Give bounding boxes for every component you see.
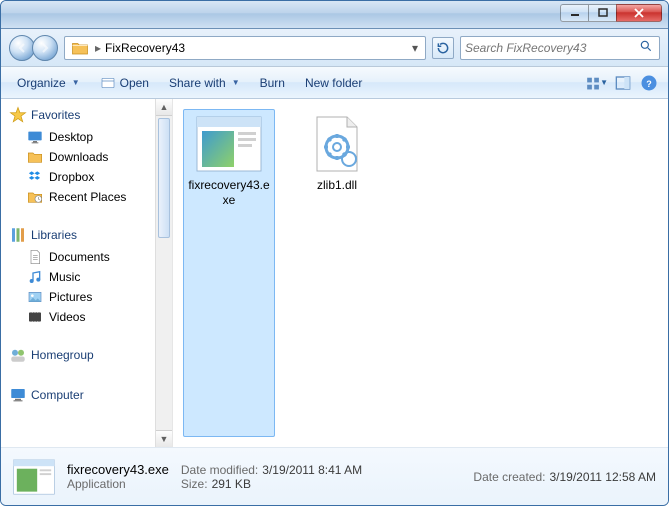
details-filetype: Application [67,477,169,491]
computer-icon [9,386,27,404]
organize-button[interactable]: Organize▼ [9,73,88,93]
scroll-up-button[interactable]: ▲ [156,99,172,116]
burn-button[interactable]: Burn [252,73,293,93]
body: Favorites Desktop Downloads Dropbox [1,99,668,447]
sidebar-item-desktop[interactable]: Desktop [9,127,172,147]
sidebar-item-music[interactable]: Music [9,267,172,287]
libraries-icon [9,226,27,244]
address-dropdown[interactable]: ▾ [407,41,423,55]
file-item[interactable]: zlib1.dll [291,109,383,437]
details-filename: fixrecovery43.exe [67,462,169,477]
help-button[interactable]: ? [638,72,660,94]
sidebar-item-videos[interactable]: Videos [9,307,172,327]
new-folder-button[interactable]: New folder [297,73,370,93]
details-pane: fixrecovery43.exe Application Date modif… [1,447,668,505]
star-icon [9,106,27,124]
open-button[interactable]: Open [92,72,157,94]
scroll-down-button[interactable]: ▼ [156,430,172,447]
forward-button[interactable] [32,35,58,61]
pictures-icon [27,289,43,305]
chevron-right-icon[interactable]: ▸ [93,41,103,55]
exe-icon [193,113,265,175]
sidebar-item-pictures[interactable]: Pictures [9,287,172,307]
desktop-icon [27,129,43,145]
file-item[interactable]: fixrecovery43.exe [183,109,275,437]
dll-icon [301,113,373,175]
view-options-button[interactable]: ▼ [586,72,608,94]
documents-icon [27,249,43,265]
titlebar [1,1,668,29]
sidebar-item-documents[interactable]: Documents [9,247,172,267]
recent-icon [27,189,43,205]
details-thumbnail [13,456,55,498]
homegroup-group[interactable]: Homegroup [9,343,172,367]
refresh-button[interactable] [432,37,454,59]
navpane-scrollbar[interactable]: ▲ ▼ [155,99,172,447]
maximize-button[interactable] [588,4,617,22]
favorites-group[interactable]: Favorites [9,103,172,127]
search-icon[interactable] [639,39,655,56]
svg-text:?: ? [646,78,652,88]
open-icon [100,75,116,91]
libraries-group[interactable]: Libraries [9,223,172,247]
minimize-button[interactable] [560,4,589,22]
share-button[interactable]: Share with▼ [161,73,248,93]
navigation-bar: ▸ FixRecovery43 ▾ [1,29,668,67]
file-name: fixrecovery43.exe [187,178,271,208]
videos-icon [27,309,43,325]
close-button[interactable] [616,4,662,22]
preview-pane-button[interactable] [612,72,634,94]
toolbar: Organize▼ Open Share with▼ Burn New fold… [1,67,668,99]
folder-icon [71,39,89,57]
search-input[interactable] [465,41,639,55]
file-list[interactable]: fixrecovery43.exe zlib1.dll [173,99,668,447]
sidebar-item-dropbox[interactable]: Dropbox [9,167,172,187]
address-bar[interactable]: ▸ FixRecovery43 ▾ [64,36,426,60]
scroll-thumb[interactable] [158,118,170,238]
explorer-window: ▸ FixRecovery43 ▾ Organize▼ Open Share w… [0,0,669,506]
music-icon [27,269,43,285]
downloads-icon [27,149,43,165]
homegroup-icon [9,346,27,364]
address-text: FixRecovery43 [103,41,407,55]
sidebar-item-recent[interactable]: Recent Places [9,187,172,207]
computer-group[interactable]: Computer [9,383,172,407]
sidebar-item-downloads[interactable]: Downloads [9,147,172,167]
file-name: zlib1.dll [317,178,357,193]
dropbox-icon [27,169,43,185]
search-box[interactable] [460,36,660,60]
navigation-pane: Favorites Desktop Downloads Dropbox [1,99,173,447]
